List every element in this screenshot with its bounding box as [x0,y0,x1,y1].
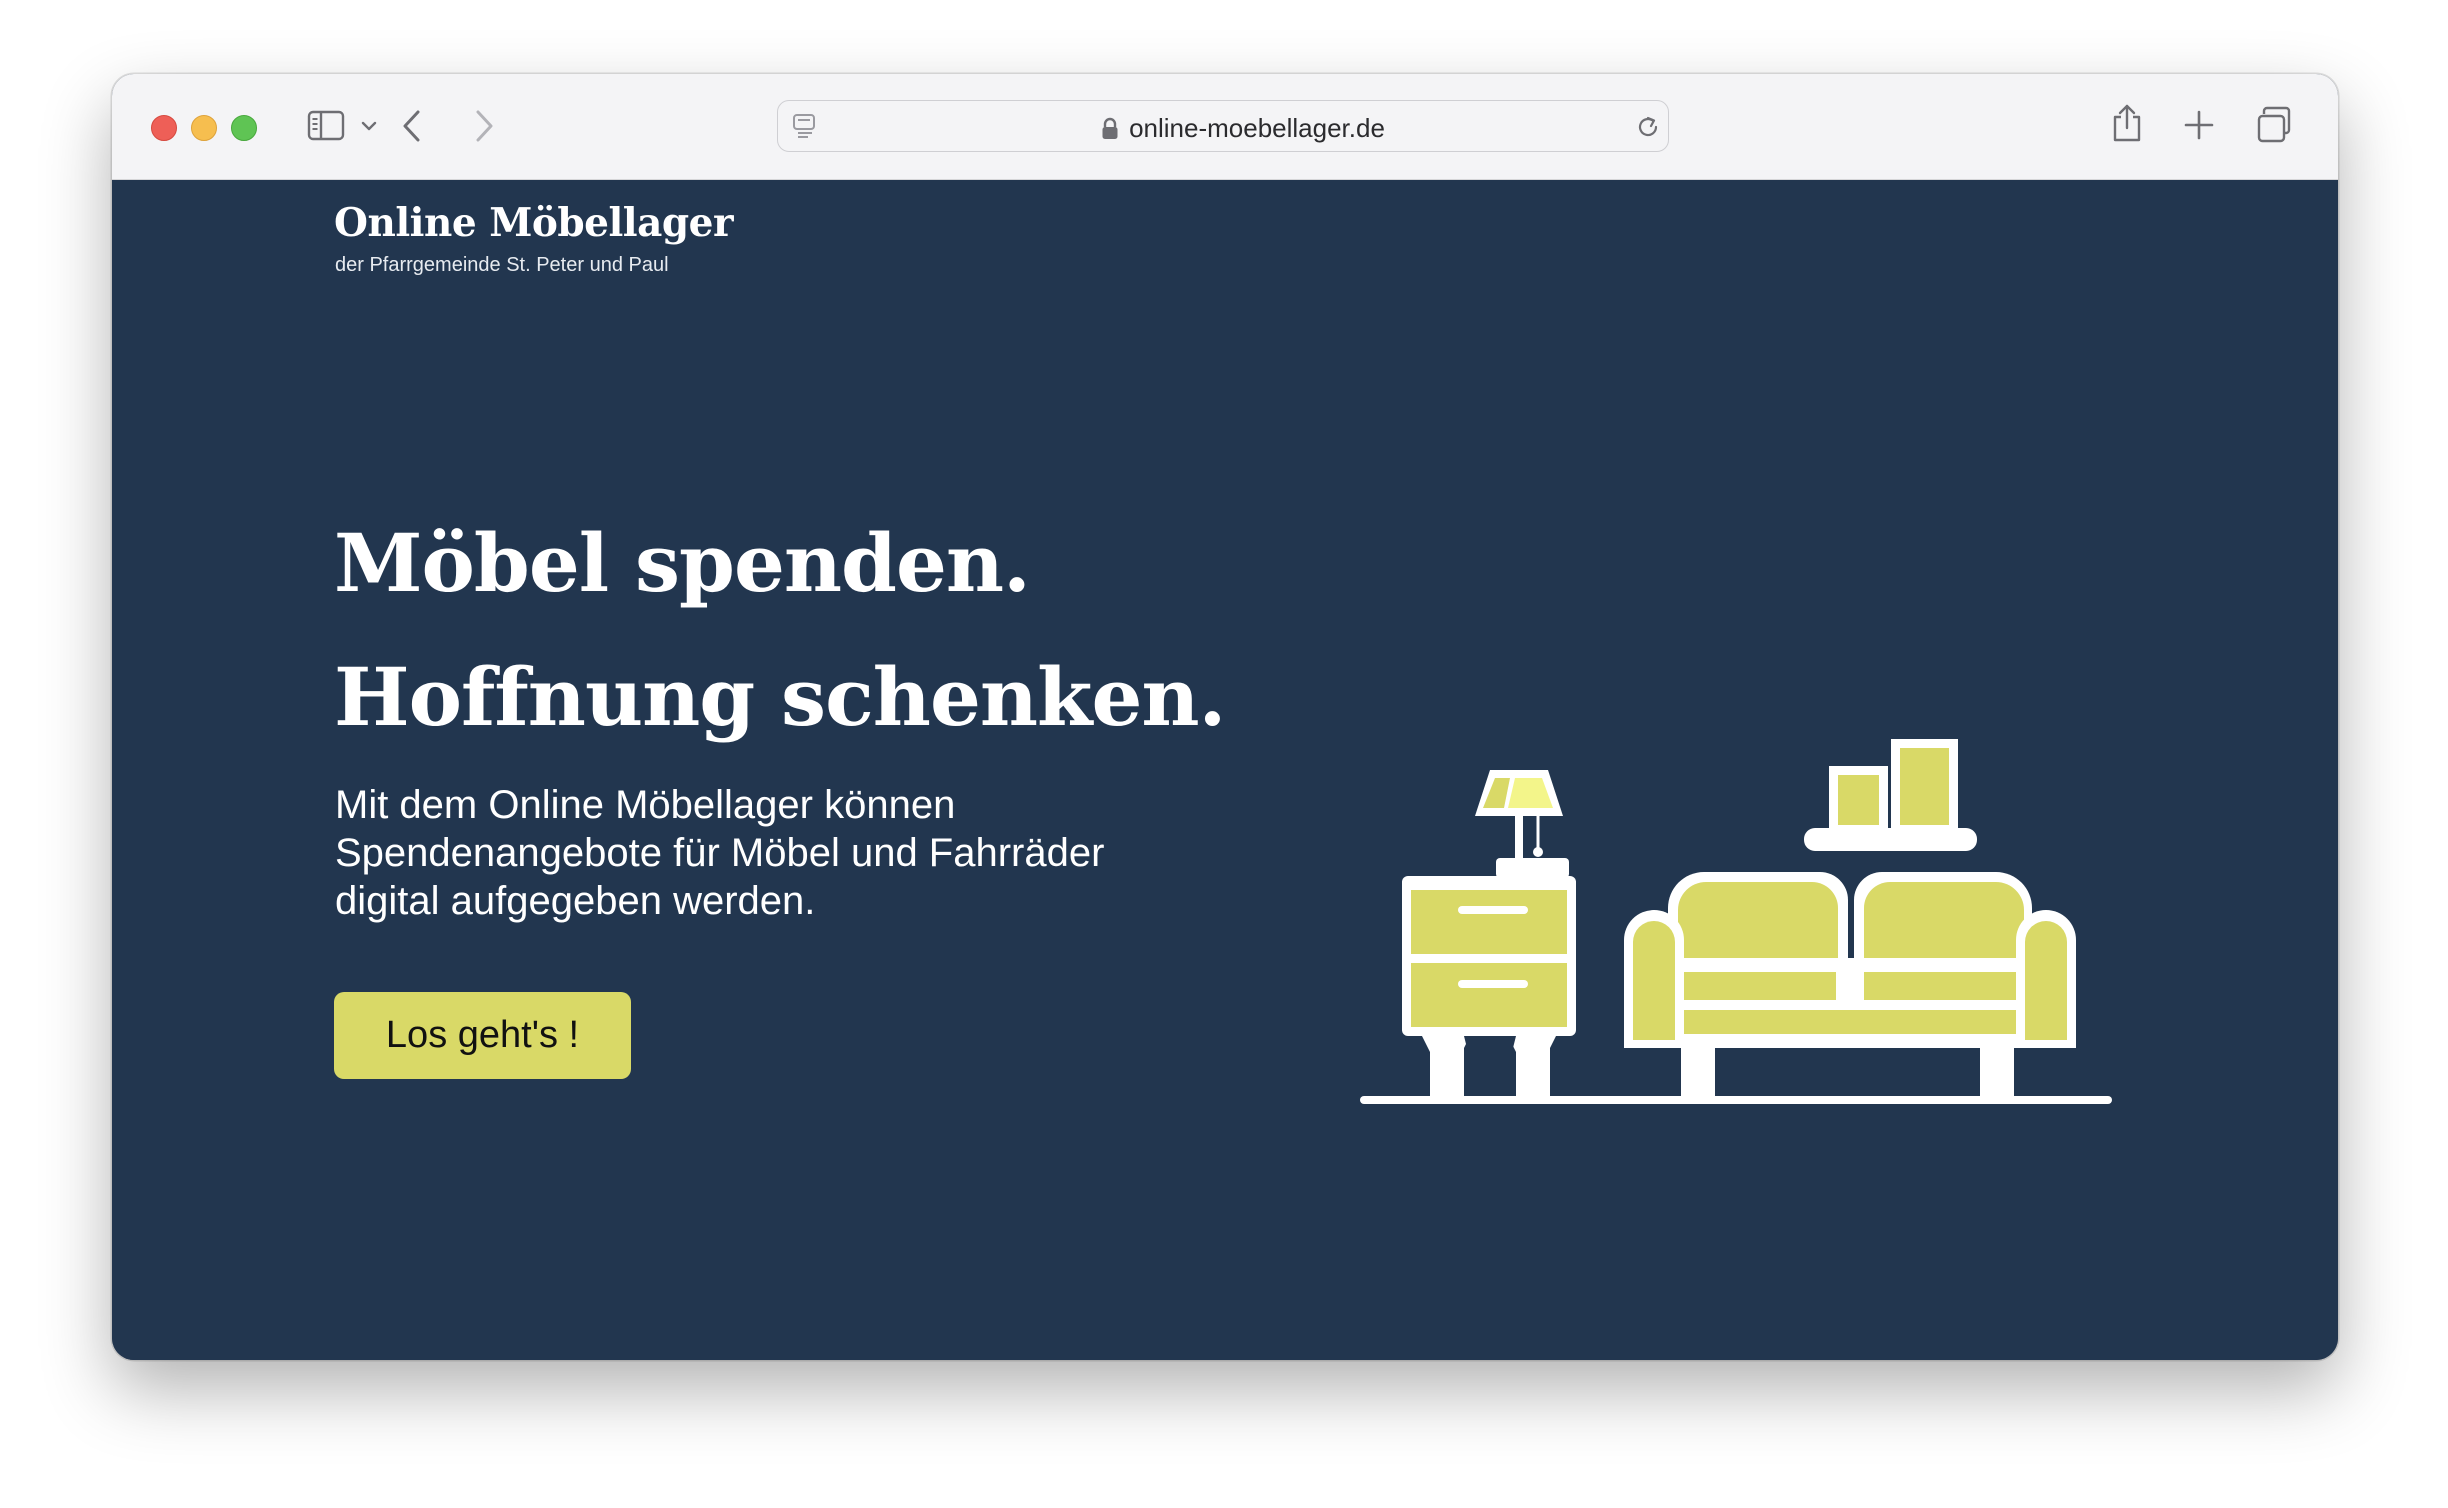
reload-icon[interactable] [1634,113,1662,141]
wall-shelf-icon [1804,739,1977,851]
site-subtitle: der Pfarrgemeinde St. Peter und Paul [335,254,669,276]
lamp-icon [1475,770,1569,878]
chevron-down-icon[interactable] [360,119,378,133]
browser-toolbar: online-moebellager.de [112,74,2338,180]
hero-lead: Mit dem Online Möbellager können Spenden… [335,781,1235,925]
tab-overview-icon[interactable] [2256,106,2294,144]
minimize-window-button[interactable] [191,115,217,141]
hero-lead-line-1: Mit dem Online Möbellager können [335,783,956,827]
sidebar-toggle-icon[interactable] [307,110,347,142]
nightstand-gap [1464,1036,1516,1068]
nightstand-leg-left [1430,1036,1464,1096]
nightstand-leg-right [1516,1036,1550,1096]
hero-headline-2: Hoffnung schenken. [334,650,1226,744]
hero-lead-line-3: digital aufgegeben werden. [335,879,816,923]
new-tab-icon[interactable] [2184,110,2214,140]
zoom-window-button[interactable] [231,115,257,141]
start-button[interactable]: Los geht's ! [334,992,631,1079]
page-content: Online Möbellager der Pfarrgemeinde St. … [112,180,2338,1360]
floor-line [1360,1096,2112,1104]
lock-icon [1102,117,1118,139]
living-room-illustration [1360,739,2112,1104]
share-icon[interactable] [2110,102,2144,144]
hero-headline-1: Möbel spenden. [334,516,1031,610]
close-window-button[interactable] [151,115,177,141]
address-bar[interactable]: online-moebellager.de [777,100,1669,152]
sofa-icon [1624,872,2076,1096]
browser-window: online-moebellager.de Online Möbellager … [112,74,2338,1360]
site-title[interactable]: Online Möbellager [334,200,734,246]
hero-lead-line-2: Spendenangebote für Möbel und Fahrräder [335,831,1105,875]
back-arrow-icon[interactable] [400,106,424,146]
url-text: online-moebellager.de [1129,113,1385,143]
forward-arrow-icon[interactable] [472,106,496,146]
